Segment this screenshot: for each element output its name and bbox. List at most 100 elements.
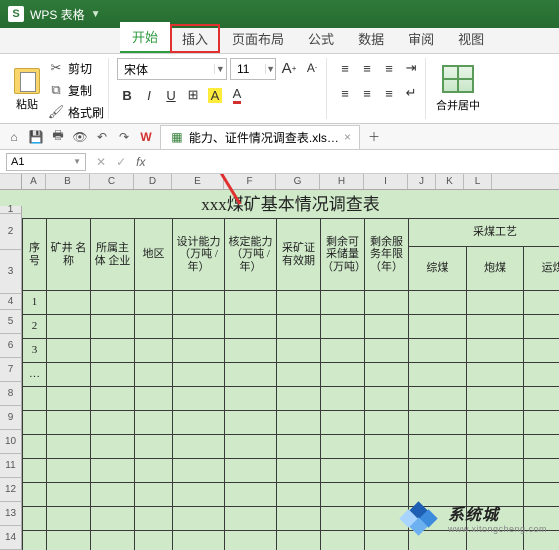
cell[interactable]	[321, 411, 365, 435]
cell[interactable]	[409, 291, 467, 315]
cell[interactable]	[225, 459, 277, 483]
row-header[interactable]: 14	[0, 526, 22, 550]
cell[interactable]	[524, 387, 559, 411]
tab-page-layout[interactable]: 页面布局	[220, 24, 296, 53]
redo-icon[interactable]: ↷	[116, 129, 132, 145]
cell[interactable]	[277, 411, 321, 435]
border-button[interactable]: ⊞	[183, 85, 203, 105]
row-header[interactable]: 2	[0, 214, 22, 250]
italic-button[interactable]: I	[139, 85, 159, 105]
tab-home[interactable]: 开始	[120, 22, 170, 53]
cell[interactable]	[91, 435, 135, 459]
cell[interactable]	[409, 411, 467, 435]
doc-tab[interactable]: ▦ 能力、证件情况调查表.xlsx * ×	[160, 125, 360, 149]
row-header[interactable]: 8	[0, 382, 22, 406]
cell[interactable]	[135, 435, 173, 459]
chevron-down-icon[interactable]: ▼	[265, 64, 275, 74]
row-header[interactable]: 13	[0, 502, 22, 526]
cell[interactable]	[91, 315, 135, 339]
cell[interactable]	[135, 459, 173, 483]
cell[interactable]	[466, 411, 524, 435]
cell[interactable]	[321, 339, 365, 363]
cell[interactable]	[91, 531, 135, 550]
row-header[interactable]: 10	[0, 430, 22, 454]
cell[interactable]	[277, 315, 321, 339]
bold-button[interactable]: B	[117, 85, 137, 105]
cell[interactable]	[91, 387, 135, 411]
cell[interactable]	[277, 507, 321, 531]
font-name-select[interactable]: ▼	[117, 58, 227, 80]
cell[interactable]	[321, 435, 365, 459]
cell[interactable]	[524, 315, 559, 339]
decrease-font-button[interactable]: A-	[302, 58, 322, 78]
cell[interactable]	[47, 411, 91, 435]
cell[interactable]	[524, 291, 559, 315]
row-header[interactable]: 5	[0, 310, 22, 334]
cell-seq[interactable]	[23, 531, 47, 550]
cell[interactable]	[365, 363, 409, 387]
cancel-icon[interactable]: ✕	[96, 155, 106, 169]
cell[interactable]	[409, 315, 467, 339]
cell[interactable]	[277, 363, 321, 387]
cell[interactable]	[135, 507, 173, 531]
cell[interactable]	[225, 483, 277, 507]
chevron-down-icon[interactable]: ▼	[214, 64, 226, 74]
cell[interactable]	[277, 387, 321, 411]
cell[interactable]	[409, 459, 467, 483]
merge-button[interactable]: 合并居中	[436, 97, 480, 113]
cell[interactable]	[91, 411, 135, 435]
cell[interactable]	[173, 459, 225, 483]
cell[interactable]	[365, 411, 409, 435]
cell[interactable]	[466, 387, 524, 411]
cell[interactable]	[277, 291, 321, 315]
cell[interactable]	[321, 459, 365, 483]
align-left-button[interactable]: ≡	[335, 83, 355, 103]
cell[interactable]	[321, 483, 365, 507]
format-painter-button[interactable]: 🖌格式刷	[48, 102, 104, 122]
cell[interactable]	[135, 315, 173, 339]
row-header[interactable]: 6	[0, 334, 22, 358]
row-header[interactable]: 11	[0, 454, 22, 478]
cell[interactable]	[91, 339, 135, 363]
cell[interactable]	[135, 363, 173, 387]
cell[interactable]	[173, 363, 225, 387]
tab-view[interactable]: 视图	[446, 24, 496, 53]
cell-seq[interactable]	[23, 411, 47, 435]
align-middle-button[interactable]: ≡	[357, 58, 377, 78]
cell[interactable]	[524, 411, 559, 435]
cell-seq[interactable]	[23, 483, 47, 507]
wrap-button[interactable]: ↵	[401, 83, 421, 103]
row-header[interactable]: 3	[0, 250, 22, 294]
underline-button[interactable]: U	[161, 85, 181, 105]
cell[interactable]	[225, 315, 277, 339]
cell[interactable]	[135, 291, 173, 315]
cell[interactable]	[277, 531, 321, 550]
cell-seq[interactable]: 1	[23, 291, 47, 315]
fill-color-button[interactable]: A	[205, 85, 225, 105]
fx-label[interactable]: fx	[136, 155, 145, 169]
cell[interactable]	[225, 435, 277, 459]
cell[interactable]	[409, 387, 467, 411]
cell[interactable]	[321, 315, 365, 339]
cell[interactable]	[321, 531, 365, 550]
cell[interactable]	[173, 411, 225, 435]
home-icon[interactable]: ⌂	[6, 129, 22, 145]
confirm-icon[interactable]: ✓	[116, 155, 126, 169]
align-center-button[interactable]: ≡	[357, 83, 377, 103]
cell[interactable]	[47, 507, 91, 531]
tab-data[interactable]: 数据	[346, 24, 396, 53]
cell[interactable]	[466, 363, 524, 387]
cell[interactable]	[225, 339, 277, 363]
cell[interactable]	[173, 339, 225, 363]
cell[interactable]	[47, 339, 91, 363]
cell[interactable]	[466, 459, 524, 483]
cell[interactable]	[524, 339, 559, 363]
cell[interactable]	[91, 507, 135, 531]
cell[interactable]	[365, 291, 409, 315]
cell[interactable]	[466, 291, 524, 315]
print-icon[interactable]: 🖶	[50, 129, 66, 145]
align-right-button[interactable]: ≡	[379, 83, 399, 103]
cell[interactable]	[365, 459, 409, 483]
cut-button[interactable]: ✂剪切	[48, 58, 104, 78]
cell[interactable]	[225, 363, 277, 387]
